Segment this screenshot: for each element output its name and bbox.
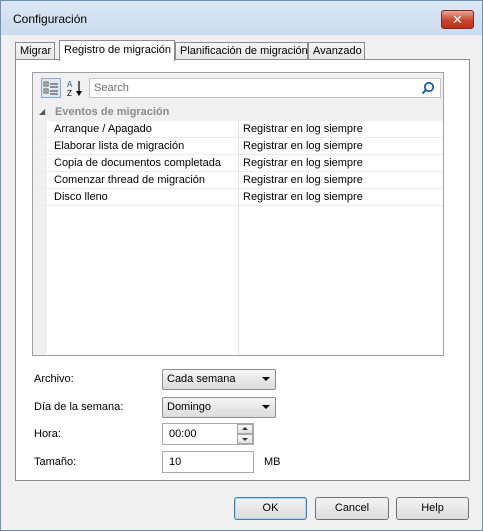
window-title: Configuración bbox=[13, 12, 88, 26]
property-value[interactable]: Registrar en log siempre bbox=[243, 174, 363, 186]
tab-registro-de-migracion[interactable]: Registro de migración bbox=[59, 40, 175, 61]
tab-migrar[interactable]: Migrar bbox=[15, 42, 55, 60]
property-value[interactable]: Registrar en log siempre bbox=[243, 191, 363, 203]
chevron-down-icon bbox=[262, 377, 270, 381]
categorized-view-icon[interactable] bbox=[41, 78, 61, 98]
tamano-label: Tamaño: bbox=[34, 456, 77, 468]
property-value[interactable]: Registrar en log siempre bbox=[243, 157, 363, 169]
hora-spinner bbox=[237, 424, 253, 444]
svg-text:Z: Z bbox=[67, 89, 72, 98]
spin-down-icon[interactable] bbox=[237, 434, 253, 444]
property-name: Comenzar thread de migración bbox=[54, 174, 206, 186]
close-button[interactable]: ✕ bbox=[441, 10, 474, 29]
tamano-value: 10 bbox=[169, 456, 182, 468]
chevron-down-icon bbox=[262, 405, 270, 409]
property-value[interactable]: Registrar en log siempre bbox=[243, 123, 363, 135]
dia-value: Domingo bbox=[167, 401, 212, 413]
search-icon[interactable] bbox=[421, 81, 435, 95]
property-row[interactable]: Copia de documentos completada Registrar… bbox=[33, 155, 443, 172]
svg-text:A: A bbox=[67, 80, 73, 89]
tamano-input[interactable]: 10 bbox=[162, 451, 254, 473]
archivo-label: Archivo: bbox=[34, 373, 74, 385]
category-eventos-de-migracion[interactable]: ◢ Eventos de migración bbox=[33, 104, 443, 121]
grid-toolbar: A Z bbox=[33, 73, 443, 103]
property-value[interactable]: Registrar en log siempre bbox=[243, 140, 363, 152]
property-name: Arranque / Apagado bbox=[54, 123, 152, 135]
dia-de-la-semana-label: Día de la semana: bbox=[34, 401, 124, 413]
property-row[interactable]: Comenzar thread de migración Registrar e… bbox=[33, 172, 443, 189]
property-row[interactable]: Disco lleno Registrar en log siempre bbox=[33, 189, 443, 206]
spin-up-icon[interactable] bbox=[237, 424, 253, 434]
hora-label: Hora: bbox=[34, 428, 61, 440]
property-row[interactable]: Arranque / Apagado Registrar en log siem… bbox=[33, 121, 443, 138]
property-row[interactable]: Elaborar lista de migración Registrar en… bbox=[33, 138, 443, 155]
help-button[interactable]: Help bbox=[396, 497, 469, 520]
collapse-arrow-icon[interactable]: ◢ bbox=[39, 107, 45, 116]
settings-dialog: Configuración ✕ Migrar Registro de migra… bbox=[0, 0, 483, 531]
title-bar[interactable]: Configuración ✕ bbox=[1, 1, 482, 35]
ok-button[interactable]: OK bbox=[234, 497, 307, 520]
close-icon: ✕ bbox=[452, 11, 463, 27]
dia-de-la-semana-dropdown[interactable]: Domingo bbox=[162, 397, 276, 418]
property-name: Elaborar lista de migración bbox=[54, 140, 185, 152]
tamano-unit: MB bbox=[264, 456, 281, 468]
sort-alphabetical-icon[interactable]: A Z bbox=[65, 78, 85, 98]
archivo-dropdown[interactable]: Cada semana bbox=[162, 369, 276, 390]
hora-value: 00:00 bbox=[169, 428, 197, 440]
property-grid: A Z ◢ Eventos de migración bbox=[32, 72, 444, 356]
property-name: Disco lleno bbox=[54, 191, 108, 203]
archivo-value: Cada semana bbox=[167, 373, 236, 385]
category-label: Eventos de migración bbox=[55, 106, 170, 118]
tab-avanzado[interactable]: Avanzado bbox=[308, 42, 365, 60]
tab-planificacion-de-migracion[interactable]: Planificación de migración bbox=[175, 42, 308, 60]
property-name: Copia de documentos completada bbox=[54, 157, 221, 169]
property-rows: Arranque / Apagado Registrar en log siem… bbox=[33, 121, 443, 355]
tab-panel: A Z ◢ Eventos de migración bbox=[15, 59, 470, 481]
cancel-button[interactable]: Cancel bbox=[315, 497, 389, 520]
search-input[interactable] bbox=[89, 78, 441, 98]
